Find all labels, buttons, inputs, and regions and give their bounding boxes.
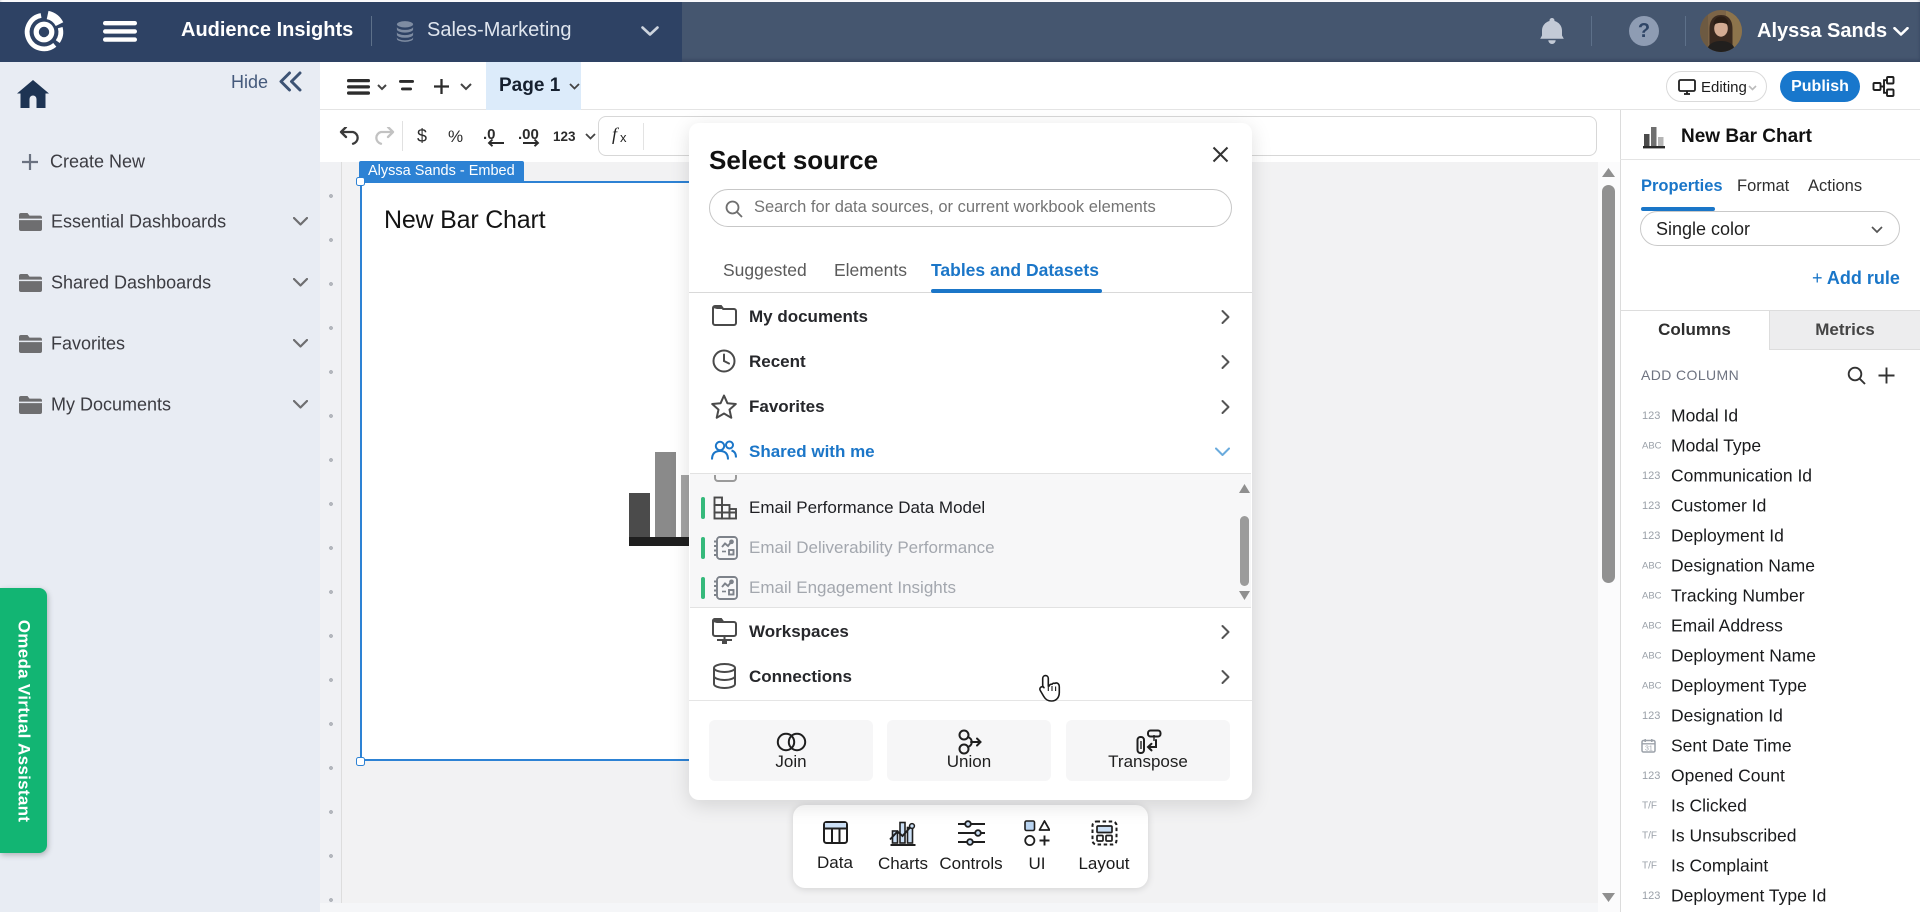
svg-text:.0: .0 — [483, 127, 496, 143]
svg-text:31: 31 — [1645, 745, 1653, 752]
